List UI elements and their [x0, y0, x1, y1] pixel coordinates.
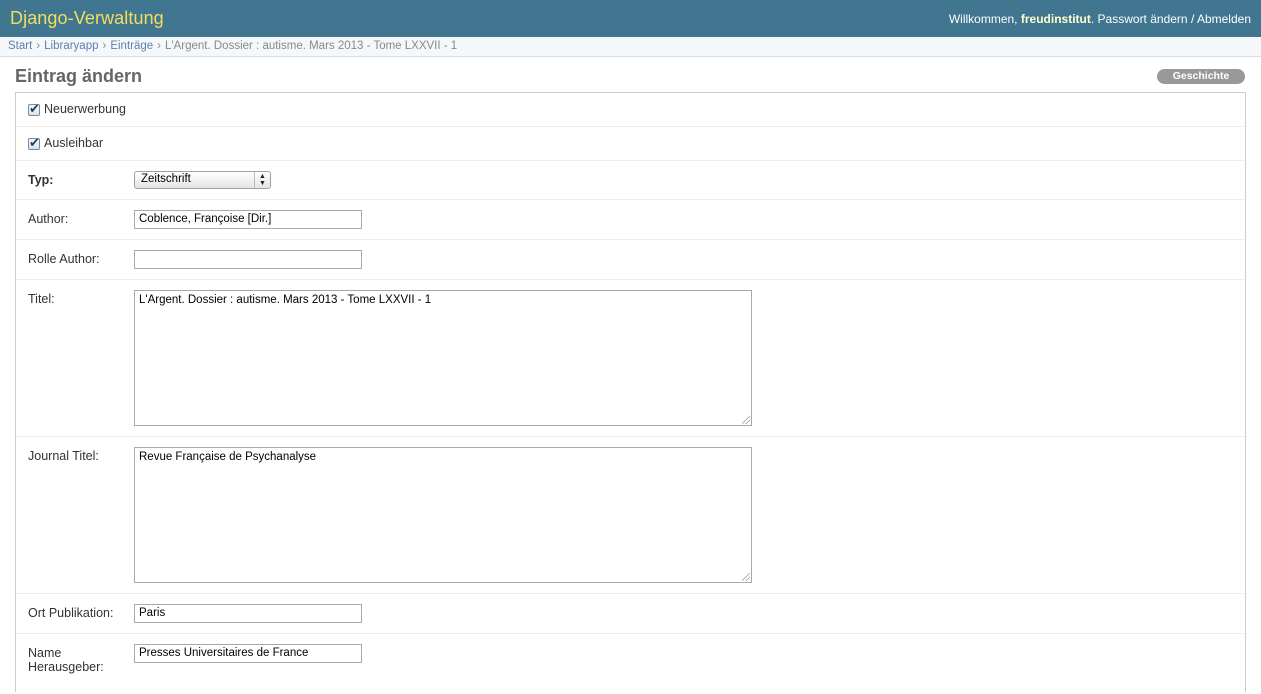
- breadcrumb-start[interactable]: Start: [8, 40, 32, 52]
- name-herausgeber-label: Name Herausgeber:: [28, 646, 104, 674]
- journal-titel-textarea[interactable]: Revue Française de Psychanalyse: [134, 447, 752, 583]
- form-row-journal-titel: Journal Titel: Revue Française de Psycha…: [16, 437, 1245, 594]
- check-icon: ✔: [29, 101, 40, 116]
- updown-arrows-icon: ▲ ▼: [254, 172, 270, 188]
- form-row-typ: Typ: Zeitschrift ▲ ▼: [16, 161, 1245, 200]
- welcome-text: Willkommen,: [948, 12, 1018, 26]
- rolle-author-label: Rolle Author:: [28, 252, 100, 266]
- resize-grip-icon[interactable]: [742, 573, 750, 581]
- titel-label: Titel:: [28, 292, 55, 306]
- welcome-period: .: [1090, 12, 1095, 26]
- neuerwerbung-label: Neuerwerbung: [44, 102, 126, 116]
- form-row-rolle-author: Rolle Author:: [16, 240, 1245, 280]
- user-tools-separator: /: [1190, 12, 1195, 26]
- ausleihbar-checkbox[interactable]: ✔: [28, 135, 40, 150]
- form-row-ort-publikation: Ort Publikation: Paris: [16, 594, 1245, 634]
- ort-publikation-input[interactable]: Paris: [134, 604, 362, 623]
- resize-grip-icon[interactable]: [742, 416, 750, 424]
- breadcrumb: Start › Libraryapp › Einträge › L'Argent. Doss…: [0, 37, 1261, 57]
- form-row-neuerwerbung: ✔ Neuerwerbung: [16, 93, 1245, 127]
- breadcrumb-libraryapp[interactable]: Libraryapp: [44, 40, 98, 52]
- form-row-author: Author: Coblence, Françoise [Dir.]: [16, 200, 1245, 240]
- titel-value: L'Argent. Dossier : autisme. Mars 2013 -…: [139, 294, 432, 306]
- page-title: Eintrag ändern: [15, 66, 143, 86]
- breadcrumb-current: L'Argent. Dossier : autisme. Mars 2013 -…: [165, 40, 458, 52]
- name-herausgeber-input[interactable]: Presses Universitaires de France: [134, 644, 362, 663]
- ausleihbar-label: Ausleihbar: [44, 136, 104, 150]
- admin-header: Django-Verwaltung Willkommen, freudinsti…: [0, 0, 1261, 37]
- history-button[interactable]: Geschichte: [1157, 69, 1245, 84]
- form-row-ausleihbar: ✔ Ausleihbar: [16, 127, 1245, 161]
- username: freudinstitut: [1020, 12, 1091, 26]
- typ-selected-value: Zeitschrift: [141, 173, 191, 185]
- password-change-link[interactable]: Passwort ändern: [1098, 12, 1188, 26]
- check-icon: ✔: [29, 135, 40, 150]
- rolle-author-input[interactable]: [134, 250, 362, 269]
- journal-titel-value: Revue Française de Psychanalyse: [139, 451, 317, 463]
- breadcrumb-separator: ›: [36, 40, 41, 52]
- ort-publikation-label: Ort Publikation:: [28, 606, 114, 620]
- change-form: ✔ Neuerwerbung ✔ Ausleihbar Typ: Zeitsch…: [15, 92, 1246, 692]
- form-row-name-herausgeber: Name Herausgeber: Presses Universitaires…: [16, 634, 1245, 694]
- journal-titel-label: Journal Titel:: [28, 449, 99, 463]
- user-tools: Willkommen, freudinstitut. Passwort ände…: [949, 12, 1251, 26]
- typ-label: Typ:: [28, 173, 54, 187]
- form-row-titel: Titel: L'Argent. Dossier : autisme. Mars…: [16, 280, 1245, 437]
- typ-select[interactable]: Zeitschrift ▲ ▼: [134, 171, 271, 189]
- breadcrumb-separator: ›: [102, 40, 107, 52]
- author-input[interactable]: Coblence, Françoise [Dir.]: [134, 210, 362, 229]
- breadcrumb-separator: ›: [157, 40, 162, 52]
- site-branding[interactable]: Django-Verwaltung: [10, 8, 164, 29]
- logout-link[interactable]: Abmelden: [1197, 12, 1251, 26]
- titel-textarea[interactable]: L'Argent. Dossier : autisme. Mars 2013 -…: [134, 290, 752, 426]
- breadcrumb-eintraege[interactable]: Einträge: [110, 40, 153, 52]
- author-label: Author:: [28, 212, 69, 226]
- neuerwerbung-checkbox[interactable]: ✔: [28, 101, 40, 116]
